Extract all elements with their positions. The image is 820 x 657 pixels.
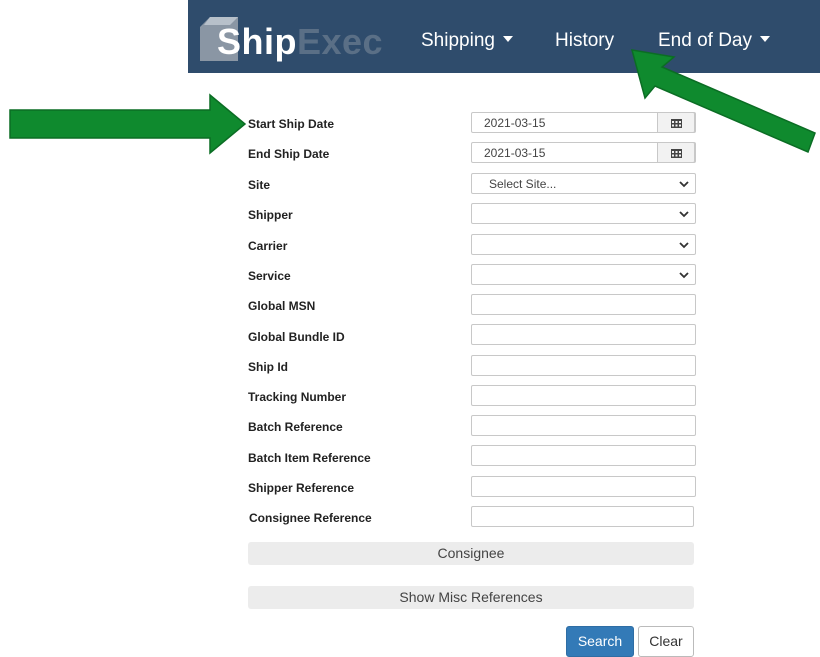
annotation-arrows-layer: [9, 49, 816, 155]
up-left-arrow-icon: [630, 49, 816, 154]
right-arrow-icon: [9, 93, 247, 155]
